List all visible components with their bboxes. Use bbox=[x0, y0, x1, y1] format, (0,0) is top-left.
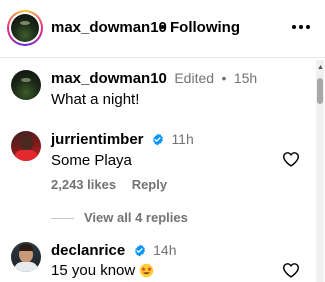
separator-dot: • bbox=[160, 19, 166, 36]
comment-time: 11h bbox=[171, 131, 194, 147]
edited-label: Edited bbox=[174, 70, 215, 86]
caption-row: max_dowman10 Edited • 15h What a night! bbox=[0, 70, 325, 110]
avatar bbox=[11, 14, 39, 42]
heart-icon[interactable] bbox=[282, 262, 300, 278]
avatar[interactable] bbox=[11, 131, 41, 161]
comment-text: 15 you know bbox=[51, 262, 136, 279]
caption-text: What a night! bbox=[51, 91, 140, 108]
verified-badge-icon bbox=[153, 133, 164, 146]
caption-username[interactable]: max_dowman10 bbox=[51, 70, 167, 87]
comment-text: Some Playa bbox=[51, 152, 132, 169]
divider bbox=[51, 218, 74, 220]
separator-dot: • bbox=[221, 70, 227, 86]
view-replies-button[interactable]: View all 4 replies bbox=[51, 210, 188, 225]
avatar[interactable] bbox=[11, 242, 41, 272]
story-ring[interactable] bbox=[7, 10, 43, 46]
scrollbar-thumb[interactable] bbox=[317, 78, 323, 104]
caption-time: 15h bbox=[233, 70, 258, 86]
more-horizontal-icon[interactable] bbox=[290, 22, 312, 32]
scroll-up-arrow-icon[interactable]: ▲ bbox=[317, 64, 324, 71]
heart-icon[interactable] bbox=[282, 151, 300, 167]
comment-item: declanrice 14h 15 you know bbox=[0, 240, 325, 282]
header-username[interactable]: max_dowman10 bbox=[51, 19, 167, 36]
comment-username[interactable]: jurrientimber bbox=[51, 131, 144, 148]
comment-item: jurrientimber 11h Some Playa 2,243 likes… bbox=[0, 129, 325, 199]
post-header: max_dowman10 • Following bbox=[0, 0, 325, 58]
likes-count[interactable]: 2,243 likes bbox=[51, 177, 116, 192]
star-struck-emoji-icon bbox=[140, 263, 154, 278]
following-button[interactable]: Following bbox=[170, 19, 240, 36]
verified-badge-icon bbox=[134, 244, 145, 257]
reply-button[interactable]: Reply bbox=[132, 177, 167, 192]
comment-time: 14h bbox=[153, 242, 177, 258]
avatar[interactable] bbox=[11, 70, 41, 100]
view-replies-label: View all 4 replies bbox=[84, 210, 188, 225]
comment-username[interactable]: declanrice bbox=[51, 242, 125, 259]
